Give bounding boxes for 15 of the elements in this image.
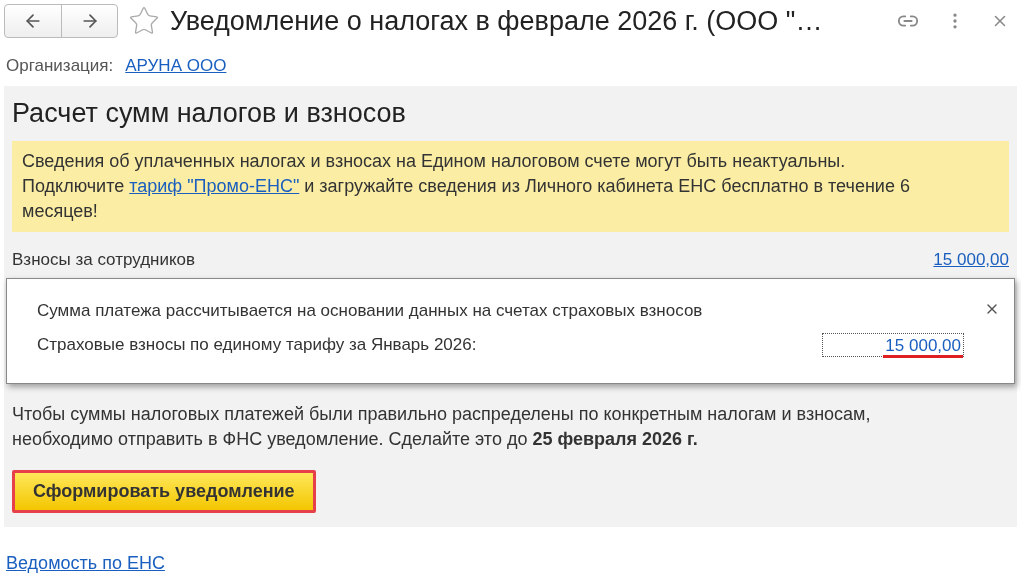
popup-label: Страховые взносы по единому тарифу за Январь 2026: — [37, 335, 477, 355]
create-notification-button[interactable]: Сформировать уведомление — [12, 470, 316, 513]
ens-statement-link[interactable]: Ведомость по ЕНС — [6, 553, 165, 573]
amount-link[interactable]: 15 000,00 — [822, 333, 964, 357]
tariff-link[interactable]: тариф "Промо-ЕНС" — [129, 176, 300, 196]
amount-link[interactable]: 15 000,00 — [933, 250, 1009, 270]
notice-text: Сведения об уплаченных налогах и взносах на Едином налоговом счете могут быть неактуальны. Подключите тариф "Промо-ЕНС" и загружайте сведения из Личного кабинета ЕНС бесплатно в течение 6 месяцев! — [12, 141, 1009, 232]
popup-note: Сумма платежа рассчитывается на основании данных на счетах страховых взносов — [37, 301, 704, 321]
organization-label: Организация: — [6, 56, 114, 76]
organization-link[interactable]: АРУНА ООО — [125, 56, 227, 76]
info-text: Чтобы суммы налоговых платежей были правильно распределены по конкретным налогам и взносам, необходимо отправить в ФНС уведомление. Сделайте это до 25 февраля 2026 г. — [12, 403, 872, 451]
contributions-label: Взносы за сотрудников — [12, 250, 196, 270]
panel-title: Расчет сумм налогов и взносов — [12, 98, 407, 129]
star-icon[interactable] — [128, 5, 160, 37]
window-title: Уведомление о налогах в феврале 2026 г. (ООО "… — [170, 5, 824, 37]
